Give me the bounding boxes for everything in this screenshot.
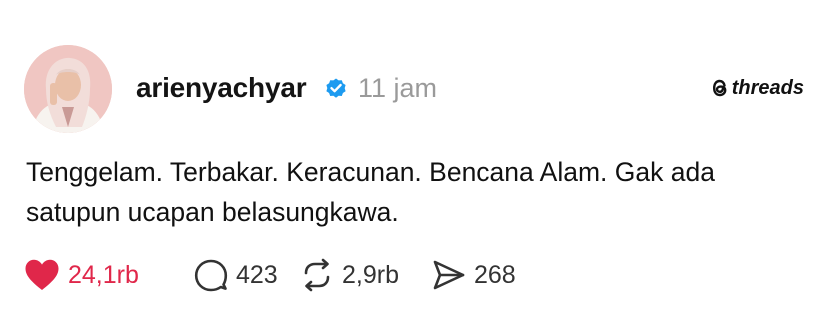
threads-wordmark: threads	[731, 77, 804, 99]
repost-count: 2,9rb	[342, 261, 399, 289]
avatar-image	[24, 45, 112, 133]
repost-icon	[304, 258, 330, 292]
comment-count: 423	[236, 261, 278, 289]
verified-badge-icon	[326, 78, 346, 98]
share-button[interactable]: 268	[432, 258, 516, 292]
post-timestamp: 11 jam	[358, 73, 438, 103]
post-actions: 24,1rb 423 2,9rb 268	[24, 255, 516, 295]
repost-button[interactable]: 2,9rb	[300, 258, 432, 292]
like-count: 24,1rb	[68, 261, 139, 289]
comment-icon	[194, 259, 228, 292]
post-text: Tenggelam. Terbakar. Keracunan. Bencana …	[26, 157, 715, 227]
like-button[interactable]: 24,1rb	[24, 258, 152, 292]
username[interactable]: arienyachyar	[136, 70, 307, 106]
avatar[interactable]	[24, 45, 112, 133]
threads-logo-icon	[712, 79, 727, 97]
heart-icon	[25, 259, 59, 290]
threads-logo[interactable]: threads	[710, 76, 804, 100]
share-icon	[433, 260, 465, 290]
share-count: 268	[474, 261, 516, 289]
